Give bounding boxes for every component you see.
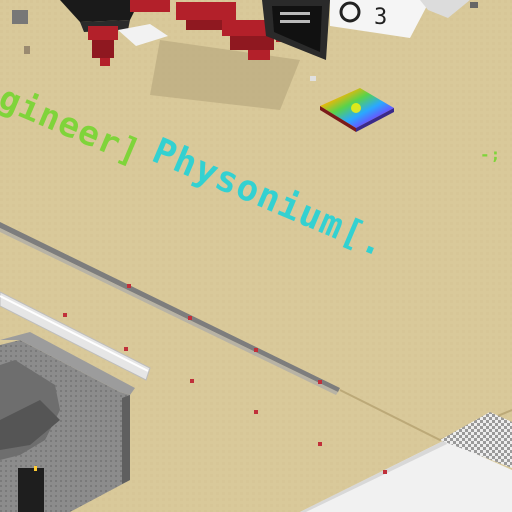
isometric-world[interactable]: gineer] Physonium[. -; 3 — [0, 0, 512, 512]
small-top-item — [470, 2, 478, 8]
small-green-mark: -; — [480, 145, 501, 164]
small-block-item[interactable] — [310, 76, 316, 81]
torch-icon — [34, 466, 37, 471]
building-doorway[interactable] — [18, 468, 44, 512]
game-viewport[interactable]: gineer] Physonium[. -; 3 — [0, 0, 512, 512]
gray-machine[interactable] — [12, 10, 28, 24]
number-symbol: 3 — [374, 5, 387, 30]
small-stand — [24, 46, 30, 54]
